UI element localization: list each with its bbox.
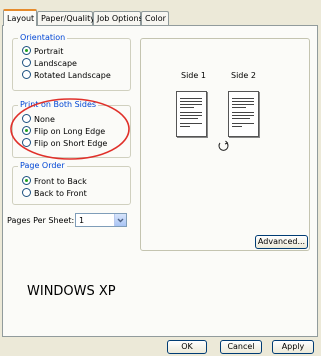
pages-per-sheet-select[interactable]: 1 [75, 213, 127, 227]
radio-front-to-back-label: Front to Back [34, 177, 87, 186]
side2-page-preview [228, 91, 259, 137]
page-order-title: Page Order [18, 161, 67, 171]
tab-layout[interactable]: Layout [3, 9, 37, 26]
side2-label: Side 2 [231, 71, 256, 80]
radio-back-to-front[interactable]: Back to Front [22, 188, 87, 198]
apply-button[interactable]: Apply [272, 340, 314, 354]
pages-per-sheet-label: Pages Per Sheet: [7, 216, 75, 225]
chevron-down-icon[interactable] [114, 214, 126, 226]
rotate-icon [218, 140, 229, 151]
page-order-group: Page Order Front to Back Back to Front [12, 161, 131, 205]
radio-rotated-landscape[interactable]: Rotated Landscape [22, 70, 111, 80]
radio-front-to-back[interactable]: Front to Back [22, 176, 87, 186]
radio-portrait-icon [22, 46, 31, 55]
radio-rotated-landscape-label: Rotated Landscape [34, 71, 111, 80]
orientation-title: Orientation [18, 33, 68, 43]
layout-panel: Orientation Portrait Landscape Rotated L… [2, 25, 318, 337]
radio-portrait[interactable]: Portrait [22, 46, 63, 56]
orientation-group: Orientation Portrait Landscape Rotated L… [12, 33, 131, 91]
highlight-ellipse [10, 98, 130, 160]
radio-back-to-front-icon [22, 188, 31, 197]
windows-xp-caption: WINDOWS XP [27, 284, 116, 299]
radio-landscape-icon [22, 58, 31, 67]
radio-front-to-back-icon [22, 176, 31, 185]
radio-landscape[interactable]: Landscape [22, 58, 77, 68]
pages-per-sheet-value: 1 [79, 216, 85, 225]
tab-paper-quality[interactable]: Paper/Quality [37, 11, 95, 25]
ok-button[interactable]: OK [167, 340, 207, 354]
radio-portrait-label: Portrait [34, 47, 64, 56]
cancel-button[interactable]: Cancel [220, 340, 262, 354]
radio-back-to-front-label: Back to Front [34, 189, 87, 198]
advanced-button[interactable]: Advanced... [255, 235, 308, 249]
tab-color[interactable]: Color [141, 11, 169, 25]
radio-landscape-label: Landscape [34, 59, 77, 68]
tab-job-options[interactable]: Job Options [93, 11, 143, 25]
side1-label: Side 1 [181, 71, 206, 80]
side1-page-preview [176, 91, 207, 137]
radio-rotated-landscape-icon [22, 70, 31, 79]
preview-box: Side 1 Side 2 Advanced... [140, 38, 310, 251]
